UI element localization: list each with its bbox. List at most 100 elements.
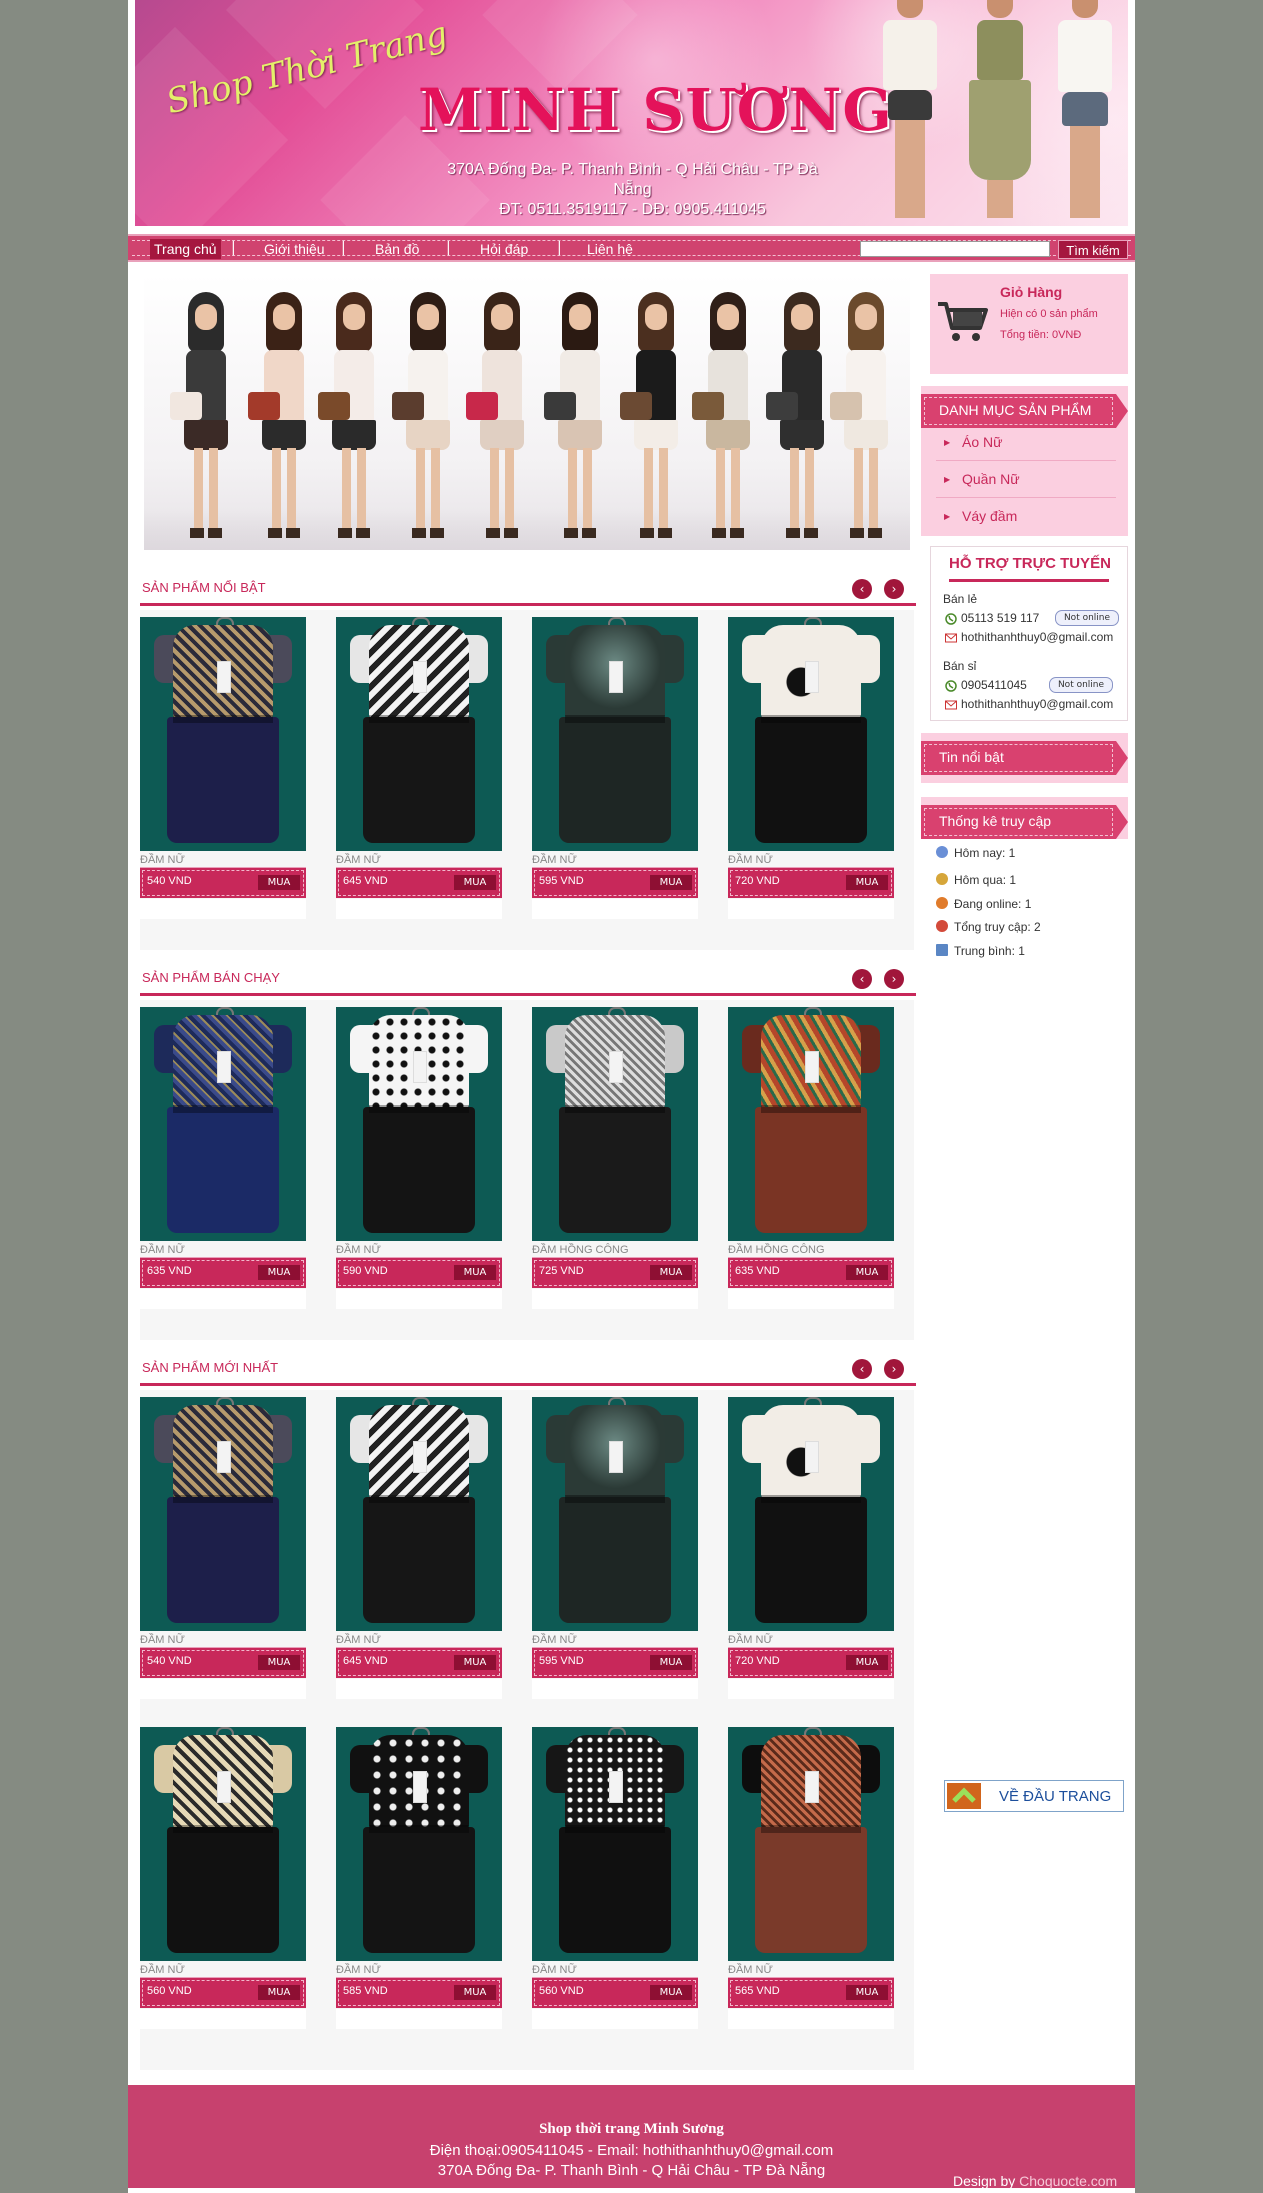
product-image[interactable] — [336, 1007, 502, 1241]
product-price: 595 VND — [539, 875, 584, 887]
nav-contact[interactable]: Liên hệ — [583, 239, 637, 259]
product-category: ĐẦM NỮ — [336, 1634, 381, 1646]
support-retail-email[interactable]: hothithanhthuy0@gmail.com — [961, 630, 1113, 644]
buy-button[interactable]: MUA — [258, 1655, 300, 1670]
promo-banner-image — [144, 274, 910, 550]
design-site-link[interactable]: Choquocte.com — [1019, 2173, 1117, 2189]
card-spacer — [140, 2009, 306, 2029]
category-title: DANH MỤC SẢN PHẨM — [939, 402, 1092, 418]
buy-button[interactable]: MUA — [454, 875, 496, 890]
product-image[interactable] — [336, 617, 502, 851]
header-model-image — [960, 0, 1040, 218]
bullet-icon: ▶ — [944, 475, 951, 484]
buy-button[interactable]: MUA — [846, 875, 888, 890]
product-image[interactable] — [728, 1007, 894, 1241]
banner-model-figure — [170, 292, 238, 542]
phone-icon — [945, 680, 957, 692]
support-retail-phone[interactable]: 05113 519 117 — [961, 611, 1039, 625]
product-image[interactable] — [532, 1007, 698, 1241]
card-spacer — [336, 899, 502, 919]
buy-button[interactable]: MUA — [258, 1265, 300, 1280]
product-price-bar: 725 VND MUA — [532, 1257, 698, 1288]
stat-online: Đang online: 1 — [936, 897, 1031, 911]
category-label: Váy đầm — [962, 508, 1018, 524]
buy-button[interactable]: MUA — [258, 875, 300, 890]
footer-shop-name: Shop thời trang Minh Sương — [539, 2121, 724, 2137]
product-image[interactable] — [532, 617, 698, 851]
nav-faq[interactable]: Hỏi đáp — [476, 239, 532, 259]
product-image[interactable] — [140, 1397, 306, 1631]
buy-button[interactable]: MUA — [846, 1655, 888, 1670]
cart-widget[interactable]: Giỏ Hàng Hiện có 0 sản phẩm Tổng tiền: 0… — [930, 274, 1128, 374]
product-price-bar: 560 VND MUA — [140, 1977, 306, 2008]
product-price: 645 VND — [343, 1655, 388, 1667]
support-wholesale-email[interactable]: hothithanhthuy0@gmail.com — [961, 697, 1113, 711]
back-to-top-button[interactable]: VỀ ĐẦU TRANG — [944, 1780, 1124, 1812]
product-price: 645 VND — [343, 875, 388, 887]
category-item-vay-dam[interactable]: ▶ Váy đầm — [936, 498, 1116, 534]
section-prev-button[interactable]: ‹ — [852, 1359, 872, 1379]
product-image[interactable] — [728, 617, 894, 851]
product-image[interactable] — [728, 1727, 894, 1961]
shopping-cart-icon — [938, 302, 988, 341]
product-price-bar: 560 VND MUA — [532, 1977, 698, 2008]
section-next-button[interactable]: › — [884, 579, 904, 599]
nav-map[interactable]: Bản đồ — [371, 239, 423, 259]
section-next-button[interactable]: › — [884, 1359, 904, 1379]
product-image[interactable] — [336, 1727, 502, 1961]
buy-button[interactable]: MUA — [454, 1985, 496, 2000]
product-price: 720 VND — [735, 1655, 780, 1667]
nav-separator: | — [557, 240, 562, 256]
card-spacer — [728, 1289, 894, 1309]
product-price: 590 VND — [343, 1265, 388, 1277]
buy-button[interactable]: MUA — [650, 1265, 692, 1280]
news-header[interactable]: Tin nổi bật — [921, 741, 1128, 775]
bullet-icon: ▶ — [944, 512, 951, 521]
user-icon — [936, 846, 948, 858]
card-spacer — [140, 1289, 306, 1309]
search-button[interactable]: Tìm kiếm — [1058, 240, 1128, 259]
buy-button[interactable]: MUA — [650, 1655, 692, 1670]
buy-button[interactable]: MUA — [846, 1265, 888, 1280]
section-prev-button[interactable]: ‹ — [852, 969, 872, 989]
product-category: ĐẦM NỮ — [140, 854, 185, 866]
product-category: ĐẦM NỮ — [532, 1634, 577, 1646]
section-next-button[interactable]: › — [884, 969, 904, 989]
buy-button[interactable]: MUA — [650, 875, 692, 890]
product-image[interactable] — [140, 1727, 306, 1961]
category-item-ao-nu[interactable]: ▶ Áo Nữ — [936, 424, 1116, 461]
product-category: ĐẦM NỮ — [532, 854, 577, 866]
buy-button[interactable]: MUA — [846, 1985, 888, 2000]
product-price-bar: 645 VND MUA — [336, 1647, 502, 1678]
product-image[interactable] — [532, 1727, 698, 1961]
user-icon — [936, 873, 948, 885]
support-wholesale-phone[interactable]: 0905411045 — [961, 678, 1027, 692]
search-input[interactable] — [860, 241, 1050, 257]
nav-about[interactable]: Giới thiệu — [260, 239, 329, 259]
support-divider — [949, 579, 1109, 582]
product-image[interactable] — [728, 1397, 894, 1631]
banner-model-figure — [830, 292, 898, 542]
product-price: 725 VND — [539, 1265, 584, 1277]
buy-button[interactable]: MUA — [454, 1655, 496, 1670]
buy-button[interactable]: MUA — [258, 1985, 300, 2000]
category-item-quan-nu[interactable]: ▶ Quần Nữ — [936, 461, 1116, 498]
section-title-newest: SẢN PHẨM MỚI NHẤT — [142, 1360, 279, 1375]
product-category: ĐẦM NỮ — [336, 1964, 381, 1976]
card-spacer — [140, 899, 306, 919]
header-model-image — [1045, 0, 1125, 218]
cart-count: Hiện có 0 sản phẩm — [1000, 308, 1098, 320]
buy-button[interactable]: MUA — [454, 1265, 496, 1280]
nav-home[interactable]: Trang chủ — [150, 239, 221, 259]
header-model-image — [870, 0, 950, 218]
buy-button[interactable]: MUA — [650, 1985, 692, 2000]
product-image[interactable] — [532, 1397, 698, 1631]
nav-separator: | — [231, 240, 236, 256]
product-image[interactable] — [140, 617, 306, 851]
product-category: ĐẦM NỮ — [336, 854, 381, 866]
product-image[interactable] — [336, 1397, 502, 1631]
bar-chart-icon — [936, 944, 948, 956]
section-prev-button[interactable]: ‹ — [852, 579, 872, 599]
product-image[interactable] — [140, 1007, 306, 1241]
header-address-block: 370A Đống Đa- P. Thanh Bình - Q Hải Châu… — [435, 160, 830, 220]
